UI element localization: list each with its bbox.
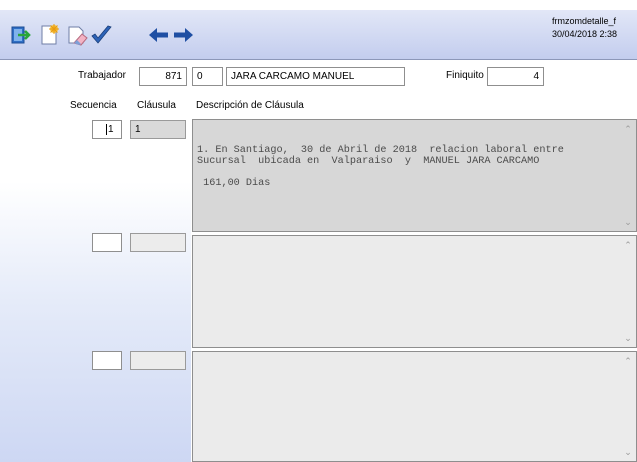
descripcion-memo[interactable]: 1. En Santiago, 30 de Abril de 2018 rela… — [192, 119, 637, 232]
descripcion-header: Descripción de Cláusula — [196, 100, 304, 111]
trabajador-field[interactable]: 871 — [139, 67, 187, 86]
form-name: frmzomdetalle_f — [552, 16, 617, 26]
secuencia-field[interactable] — [92, 351, 122, 370]
scroll-down-icon[interactable]: ⌄ — [623, 334, 633, 344]
secuencia-value: 1 — [108, 124, 114, 135]
descripcion-text: 1. En Santiago, 30 de Abril de 2018 rela… — [197, 145, 564, 189]
secuencia-header: Secuencia — [70, 100, 117, 111]
text-caret — [106, 123, 107, 135]
trabajador-label: Trabajador — [78, 70, 126, 81]
accept-check-icon[interactable] — [89, 23, 113, 47]
toolbar: frmzomdetalle_f 30/04/2018 2:38 — [0, 10, 637, 60]
nombre-field[interactable]: JARA CARCAMO MANUEL — [226, 67, 405, 86]
descripcion-memo[interactable]: ⌃ ⌄ — [192, 351, 637, 462]
scroll-up-icon[interactable]: ⌃ — [623, 357, 633, 367]
form-timestamp: 30/04/2018 2:38 — [552, 29, 618, 39]
secuencia-field[interactable] — [92, 233, 122, 252]
finiquito-label: Finiquito — [446, 70, 484, 81]
secuencia-field[interactable]: 1 — [92, 120, 122, 139]
arrow-right-icon[interactable] — [171, 23, 195, 47]
new-record-icon[interactable] — [37, 23, 61, 47]
clausula-header: Cláusula — [137, 100, 176, 111]
scroll-up-icon[interactable]: ⌃ — [623, 125, 633, 135]
clear-icon[interactable] — [65, 23, 89, 47]
scroll-down-icon[interactable]: ⌄ — [623, 448, 633, 458]
dv-field[interactable]: 0 — [192, 67, 223, 86]
finiquito-field[interactable]: 4 — [487, 67, 544, 86]
scroll-up-icon[interactable]: ⌃ — [623, 241, 633, 251]
clausula-field[interactable]: 1 — [130, 120, 186, 139]
clausula-field[interactable] — [130, 233, 186, 252]
clausula-field[interactable] — [130, 351, 186, 370]
exit-icon[interactable] — [9, 23, 33, 47]
arrow-left-icon[interactable] — [147, 23, 171, 47]
scroll-down-icon[interactable]: ⌄ — [623, 218, 633, 228]
descripcion-memo[interactable]: ⌃ ⌄ — [192, 235, 637, 348]
form-info: frmzomdetalle_f 30/04/2018 2:38 — [552, 15, 637, 41]
